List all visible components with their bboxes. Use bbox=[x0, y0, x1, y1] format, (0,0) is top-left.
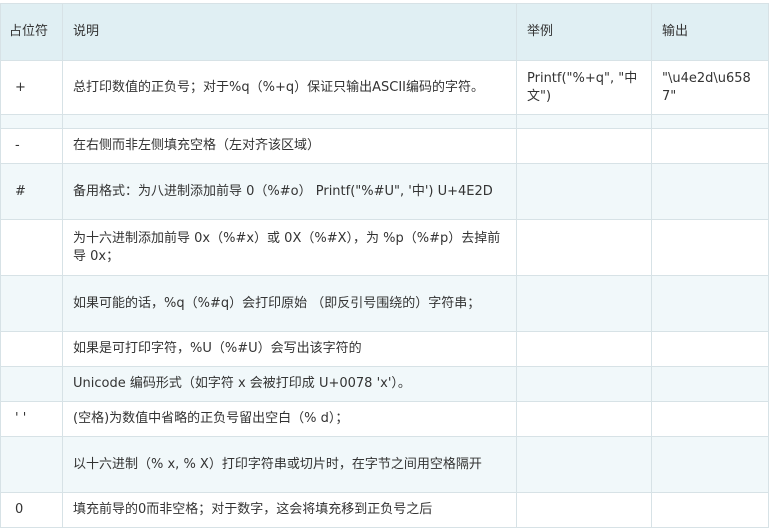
cell-example bbox=[516, 219, 652, 276]
header-output: 输出 bbox=[651, 3, 769, 61]
cell-example: Printf("%+q", "中文") bbox=[516, 60, 652, 115]
table-row bbox=[0, 114, 769, 129]
cell-description: 在右侧而非左侧填充空格（左对齐该区域） bbox=[62, 128, 517, 164]
cell-example bbox=[516, 275, 652, 332]
cell-description: (空格)为数值中省略的正负号留出空白（% d）； bbox=[62, 401, 517, 437]
table-row: 如果可能的话，%q（%#q）会打印原始 （即反引号围绕的）字符串； bbox=[0, 275, 769, 332]
table-row: Unicode 编码形式（如字符 x 会被打印成 U+0078 'x'）。 bbox=[0, 366, 769, 402]
cell-output bbox=[651, 366, 769, 402]
cell-output bbox=[651, 219, 769, 276]
cell-flag bbox=[0, 366, 63, 402]
cell-description: 如果可能的话，%q（%#q）会打印原始 （即反引号围绕的）字符串； bbox=[62, 275, 517, 332]
cell-output: "\u4e2d\u6587" bbox=[651, 60, 769, 115]
cell-flag: ' ' bbox=[0, 401, 63, 437]
cell-output bbox=[651, 492, 769, 528]
cell-description: Unicode 编码形式（如字符 x 会被打印成 U+0078 'x'）。 bbox=[62, 366, 517, 402]
cell-flag bbox=[0, 219, 63, 276]
cell-example bbox=[516, 128, 652, 164]
table-row: 如果是可打印字符，%U（%#U）会写出该字符的 bbox=[0, 331, 769, 367]
cell-flag bbox=[0, 436, 63, 493]
table-row: 为十六进制添加前导 0x（%#x）或 0X（%#X），为 %p（%#p）去掉前导… bbox=[0, 219, 769, 276]
header-placeholder: 占位符 bbox=[0, 3, 63, 61]
format-flags-table: 占位符 说明 举例 输出 + 总打印数值的正负号；对于%q（%+q）保证只输出A… bbox=[0, 3, 769, 528]
cell-flag: 0 bbox=[0, 492, 63, 528]
cell-flag bbox=[0, 114, 63, 129]
cell-flag: # bbox=[0, 163, 63, 220]
cell-description: 备用格式：为八进制添加前导 0（%#o） Printf("%#U", '中') … bbox=[62, 163, 517, 220]
cell-output bbox=[651, 436, 769, 493]
table-row: 以十六进制（% x, % X）打印字符串或切片时，在字节之间用空格隔开 bbox=[0, 436, 769, 493]
header-example: 举例 bbox=[516, 3, 652, 61]
cell-flag: + bbox=[0, 60, 63, 115]
cell-output bbox=[651, 275, 769, 332]
table-row: - 在右侧而非左侧填充空格（左对齐该区域） bbox=[0, 128, 769, 164]
cell-output bbox=[651, 331, 769, 367]
cell-description bbox=[62, 114, 517, 129]
cell-example bbox=[516, 163, 652, 220]
cell-flag bbox=[0, 331, 63, 367]
cell-description: 如果是可打印字符，%U（%#U）会写出该字符的 bbox=[62, 331, 517, 367]
cell-description: 为十六进制添加前导 0x（%#x）或 0X（%#X），为 %p（%#p）去掉前导… bbox=[62, 219, 517, 276]
cell-example bbox=[516, 401, 652, 437]
table-row: ' ' (空格)为数值中省略的正负号留出空白（% d）； bbox=[0, 401, 769, 437]
cell-example bbox=[516, 331, 652, 367]
cell-output bbox=[651, 163, 769, 220]
table-header-row: 占位符 说明 举例 输出 bbox=[0, 3, 769, 61]
cell-description: 总打印数值的正负号；对于%q（%+q）保证只输出ASCII编码的字符。 bbox=[62, 60, 517, 115]
cell-example bbox=[516, 492, 652, 528]
cell-description: 填充前导的0而非空格；对于数字，这会将填充移到正负号之后 bbox=[62, 492, 517, 528]
cell-example bbox=[516, 436, 652, 493]
cell-output bbox=[651, 401, 769, 437]
cell-output bbox=[651, 114, 769, 129]
cell-example bbox=[516, 114, 652, 129]
header-description: 说明 bbox=[62, 3, 517, 61]
table-row: + 总打印数值的正负号；对于%q（%+q）保证只输出ASCII编码的字符。 Pr… bbox=[0, 60, 769, 115]
table-row: # 备用格式：为八进制添加前导 0（%#o） Printf("%#U", '中'… bbox=[0, 163, 769, 220]
cell-example bbox=[516, 366, 652, 402]
table-row: 0 填充前导的0而非空格；对于数字，这会将填充移到正负号之后 bbox=[0, 492, 769, 528]
cell-flag: - bbox=[0, 128, 63, 164]
cell-flag bbox=[0, 275, 63, 332]
cell-description: 以十六进制（% x, % X）打印字符串或切片时，在字节之间用空格隔开 bbox=[62, 436, 517, 493]
cell-output bbox=[651, 128, 769, 164]
